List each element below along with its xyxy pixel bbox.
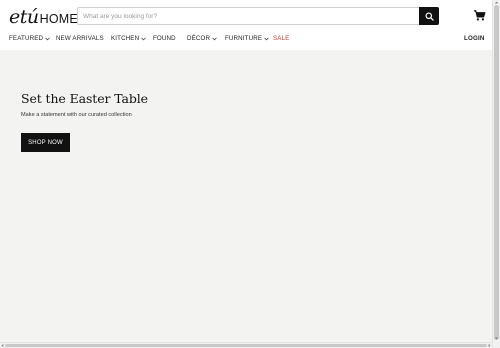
logo-text: HOME (39, 12, 78, 26)
nav-item-label: FEATURED (9, 35, 44, 42)
nav-item-kitchen[interactable]: KITCHEN (111, 32, 146, 46)
vertical-scroll-thumb[interactable] (494, 5, 499, 340)
nav-item-label: KITCHEN (111, 35, 140, 42)
site-logo[interactable]: etú HOME (9, 8, 78, 28)
chevron-down-icon (212, 37, 217, 41)
nav-item-furniture[interactable]: FURNITURE (225, 32, 269, 46)
horizontal-scroll-thumb[interactable] (5, 344, 487, 347)
login-link[interactable]: LOGIN (464, 32, 485, 46)
cart-icon (473, 10, 486, 21)
scroll-down-arrow-icon[interactable] (494, 336, 499, 341)
hero-banner: Set the Easter Table Make a statement wi… (0, 50, 492, 342)
search-input[interactable] (78, 8, 419, 24)
nav-item-label: FURNITURE (225, 35, 263, 42)
horizontal-scrollbar[interactable] (0, 342, 492, 348)
vertical-scrollbar[interactable] (492, 0, 500, 348)
search-icon (424, 11, 434, 21)
site-header: etú HOME FEATURED NEW ARRIVALS KITCHEN (0, 0, 492, 50)
nav-item-featured[interactable]: FEATURED (9, 32, 50, 46)
search-button[interactable] (419, 7, 439, 25)
nav-item-label: SALE (273, 35, 290, 42)
main-nav: FEATURED NEW ARRIVALS KITCHEN FOUND DÉCO… (0, 32, 492, 46)
nav-item-sale[interactable]: SALE (273, 32, 289, 46)
cart-button[interactable] (473, 9, 487, 23)
nav-item-label: NEW ARRIVALS (56, 35, 104, 42)
nav-item-label: FOUND (153, 35, 176, 42)
chevron-down-icon (264, 37, 269, 41)
chevron-down-icon (141, 37, 146, 41)
nav-item-new-arrivals[interactable]: NEW ARRIVALS (56, 32, 104, 46)
chevron-down-icon (45, 37, 50, 41)
hero-subtitle: Make a statement with our curated collec… (21, 112, 132, 118)
nav-item-decor[interactable]: DÉCOR (187, 32, 217, 46)
nav-item-label: DÉCOR (187, 35, 211, 42)
search-bar (77, 7, 439, 25)
logo-script: etú (9, 6, 39, 28)
shop-now-button[interactable]: SHOP NOW (21, 133, 70, 152)
nav-item-found[interactable]: FOUND (153, 32, 176, 46)
hero-title: Set the Easter Table (21, 91, 148, 106)
scroll-right-arrow-icon[interactable] (487, 343, 492, 348)
